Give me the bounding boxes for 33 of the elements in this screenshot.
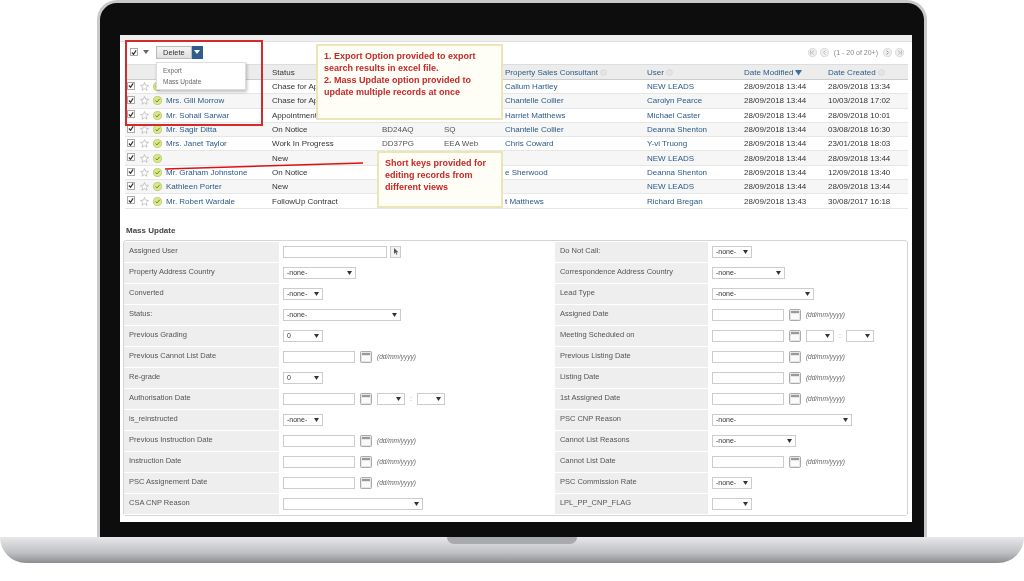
table-cell: SQ xyxy=(444,125,456,135)
table-cell: 28/09/2018 13:34 xyxy=(828,82,891,92)
table-cell: DD37PG xyxy=(382,139,414,149)
table-cell: Appointment xyxy=(272,110,317,120)
table-cell: 28/09/2018 10:01 xyxy=(828,110,891,120)
table-cell: 10/03/2018 17:02 xyxy=(828,96,891,106)
table-cell: 28/09/2018 13:44 xyxy=(744,125,807,135)
annotation-text: 1. Export Option provided to export search results in excel file. xyxy=(324,50,477,75)
table-cell: 28/09/2018 13:44 xyxy=(744,96,807,106)
table-cell: FollowUp Contract xyxy=(272,196,338,206)
section-title: Mass Update xyxy=(126,225,177,237)
table-cell: 28/09/2018 13:44 xyxy=(744,182,807,192)
table-cell: 28/09/2018 13:43 xyxy=(744,196,807,206)
table-cell: 28/09/2018 13:44 xyxy=(744,139,807,149)
table-cell: On Notice xyxy=(272,167,308,177)
table-cell: 28/09/2018 13:44 xyxy=(744,110,807,120)
table-cell: 28/09/2018 13:44 xyxy=(828,182,891,192)
table-cell: 30/08/2017 16:18 xyxy=(828,196,891,206)
table-cell: 28/09/2018 13:44 xyxy=(744,167,807,177)
table-cell: 28/09/2018 13:44 xyxy=(744,153,807,163)
table-cell: New xyxy=(272,182,288,192)
table-cell: 28/09/2018 13:44 xyxy=(828,153,891,163)
table-cell: 28/09/2018 13:44 xyxy=(744,82,807,92)
table-cell: On Notice xyxy=(272,125,308,135)
annotation-text: Short keys provided for editing records from different views xyxy=(385,157,488,194)
table-cell: 03/08/2018 16:30 xyxy=(828,125,891,135)
table-cell: EEA Web xyxy=(444,139,479,149)
table-cell: Work In Progress xyxy=(272,139,334,149)
table-cell: 12/09/2018 13:40 xyxy=(828,167,891,177)
table-cell: New xyxy=(272,153,288,163)
table-cell: BD24AQ xyxy=(382,125,414,135)
annotation-text: 2. Mass Update option provided to update multiple records at once xyxy=(324,74,472,99)
table-cell: 23/01/2018 18:03 xyxy=(828,139,891,149)
